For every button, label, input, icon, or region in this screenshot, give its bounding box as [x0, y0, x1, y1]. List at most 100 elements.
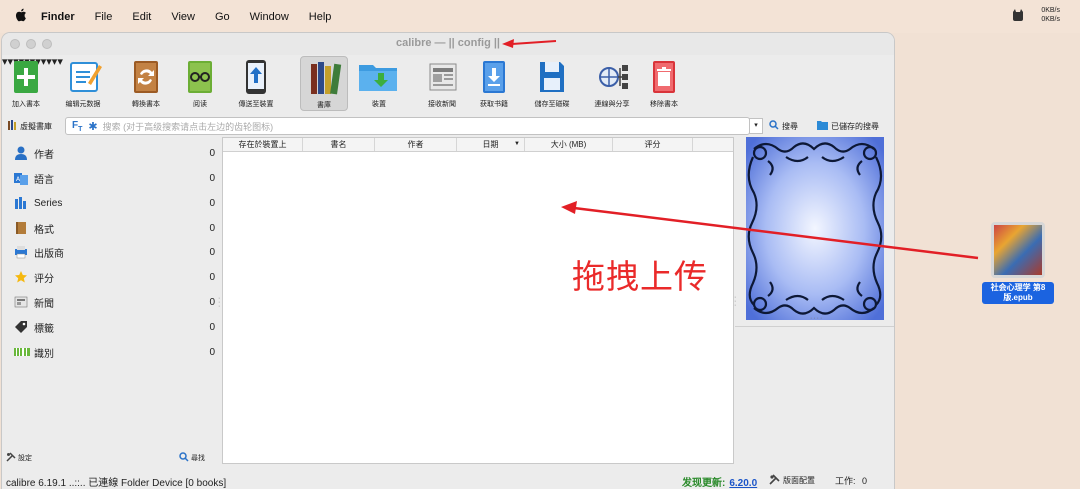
save-disk-icon — [537, 59, 567, 95]
edit-metadata-button[interactable]: 编辑元数据 — [58, 59, 108, 109]
add-book-icon — [11, 59, 41, 95]
apple-logo-icon[interactable] — [15, 8, 29, 25]
status-text: calibre 6.19.1 ..::.. 已連線 Folder Device … — [6, 478, 227, 489]
search-placeholder: 搜索 (对于高级搜索请点击左边的齿轮图标) — [102, 121, 274, 132]
left-splitter-handle[interactable]: · · · — [218, 295, 220, 310]
column-header-author[interactable]: 作者 — [375, 138, 457, 151]
get-books-label: 获取书籍 — [480, 101, 508, 108]
column-header-date[interactable]: 日期 ▼ — [457, 138, 525, 151]
tag-count: 0 — [209, 147, 215, 159]
tag-category-series[interactable]: Series 0 — [14, 191, 219, 215]
menu-go[interactable]: Go — [215, 11, 230, 23]
jobs-indicator[interactable]: 工作: 0 — [835, 474, 867, 487]
tag-category-news[interactable]: 新聞 0 — [14, 290, 219, 314]
tag-category-publishers[interactable]: 出版商 0 — [14, 240, 219, 264]
get-books-button[interactable]: 获取书籍 — [472, 59, 516, 109]
tag-label: 新聞 — [34, 298, 54, 310]
update-version-link[interactable]: 6.20.0 — [729, 478, 757, 489]
title-bar[interactable]: calibre — || config || — [2, 33, 894, 55]
send-to-device-button[interactable]: 傳送至裝置 — [232, 59, 280, 109]
net-up-speed: 0KB/s — [1041, 7, 1060, 14]
device-button[interactable]: 裝置 — [354, 59, 404, 109]
column-header-rating[interactable]: 评分 — [613, 138, 693, 151]
remove-book-icon — [649, 59, 679, 95]
barcode-icon — [14, 345, 30, 359]
library-icon — [309, 60, 342, 96]
library-button[interactable]: 書庫 — [300, 56, 348, 111]
layout-button[interactable]: 版面配置 — [769, 474, 815, 487]
add-book-button[interactable]: 加入書本 — [6, 59, 46, 109]
update-notice: 发现更新: 6.20.0 — [682, 474, 757, 489]
menu-help[interactable]: Help — [309, 11, 332, 23]
book-list[interactable]: 存在於裝置上 書名 作者 日期 ▼ 大小 (MB) 评分 — [222, 137, 734, 464]
tag-settings-label: 設定 — [18, 455, 32, 462]
convert-button[interactable]: 轉換書本 — [124, 59, 168, 109]
full-text-search-icon[interactable]: FT — [72, 120, 82, 133]
tag-category-languages[interactable]: A 語言 0 — [14, 166, 219, 190]
tag-label: 語言 — [34, 174, 54, 186]
right-splitter-handle[interactable]: · · · — [734, 294, 736, 309]
connect-share-label: 連線與分享 — [594, 101, 630, 108]
search-row: 虛擬書庫 FT ✱ 搜索 (对于高级搜索请点击左边的齿轮图标) ▾ 搜尋 已儲存… — [2, 116, 894, 136]
drag-upload-annotation: 拖拽上传 — [572, 257, 708, 296]
gear-icon[interactable]: ✱ — [88, 120, 97, 133]
column-header-title[interactable]: 書名 — [303, 138, 375, 151]
person-icon — [14, 146, 30, 160]
tag-category-authors[interactable]: 作者 0 — [14, 141, 219, 165]
save-to-disk-button[interactable]: 儲存至磁碟 — [528, 59, 576, 109]
tag-label: 评分 — [34, 273, 54, 285]
tag-count: 0 — [209, 172, 215, 184]
network-speed: 0KB/s 0KB/s — [1041, 6, 1060, 24]
connect-share-icon — [597, 59, 628, 95]
tag-label: Series — [34, 197, 63, 209]
virtual-library-icon — [8, 120, 17, 132]
wrench-icon — [6, 452, 16, 464]
calibre-window: calibre — || config || 加入書本 ▾ 编辑元数据 ▾ 轉換… — [2, 33, 894, 489]
column-header-on-device[interactable]: 存在於裝置上 — [223, 138, 303, 151]
search-history-dropdown[interactable]: ▾ — [749, 118, 763, 134]
book-cover-preview — [746, 137, 884, 320]
book-list-header: 存在於裝置上 書名 作者 日期 ▼ 大小 (MB) 评分 — [223, 138, 733, 152]
wrench-icon — [769, 474, 780, 487]
news-label: 接收新聞 — [428, 101, 456, 108]
saved-search-label: 已儲存的搜尋 — [831, 121, 879, 131]
status-bar: calibre 6.19.1 ..::.. 已連線 Folder Device … — [2, 470, 894, 489]
menu-window[interactable]: Window — [250, 11, 289, 23]
connect-share-button[interactable]: 連線與分享 — [588, 59, 636, 109]
jobs-count: 0 — [862, 476, 868, 486]
menu-edit[interactable]: Edit — [132, 11, 151, 23]
tag-count: 0 — [209, 222, 215, 234]
tag-category-tags[interactable]: 標籤 0 — [14, 315, 219, 339]
tag-count: 0 — [209, 346, 215, 358]
tag-count: 0 — [209, 321, 215, 333]
tag-settings-button[interactable]: 設定 — [6, 452, 32, 464]
tag-category-identifiers[interactable]: 識別 0 — [14, 340, 219, 364]
tag-find-button[interactable]: 尋找 — [179, 452, 205, 464]
read-button[interactable]: 阅读 — [182, 59, 218, 109]
search-button[interactable]: 搜尋 — [769, 120, 798, 132]
desktop-epub-file[interactable]: 社会心理学 第8版.epub — [978, 222, 1058, 304]
book-details-panel — [735, 326, 894, 466]
menu-finder[interactable]: Finder — [41, 11, 75, 23]
tag-category-rating[interactable]: 评分 0 — [14, 265, 219, 289]
menu-view[interactable]: View — [171, 11, 195, 23]
fetch-news-button[interactable]: 接收新聞 — [420, 59, 464, 109]
remove-book-button[interactable]: 移除書本 — [644, 59, 684, 109]
column-header-size[interactable]: 大小 (MB) — [525, 138, 613, 151]
saved-search-button[interactable]: 已儲存的搜尋 — [817, 120, 879, 132]
tag-category-formats[interactable]: 格式 0 — [14, 216, 219, 240]
remove-book-label: 移除書本 — [650, 101, 678, 108]
read-icon — [185, 59, 215, 95]
get-books-icon — [479, 59, 509, 95]
tag-icon — [14, 320, 30, 334]
star-icon — [14, 270, 30, 284]
news-icon — [14, 295, 30, 309]
cat-icon[interactable] — [1011, 8, 1025, 22]
cover-splitter-handle[interactable]: ···· — [810, 315, 823, 322]
search-input[interactable]: FT ✱ 搜索 (对于高级搜索请点击左边的齿轮图标) — [65, 117, 750, 135]
virtual-library-button[interactable]: 虛擬書庫 — [8, 120, 52, 132]
menu-file[interactable]: File — [95, 11, 113, 23]
language-icon: A — [14, 171, 30, 185]
tag-count: 0 — [209, 271, 215, 283]
epub-cover-thumbnail — [994, 225, 1042, 275]
